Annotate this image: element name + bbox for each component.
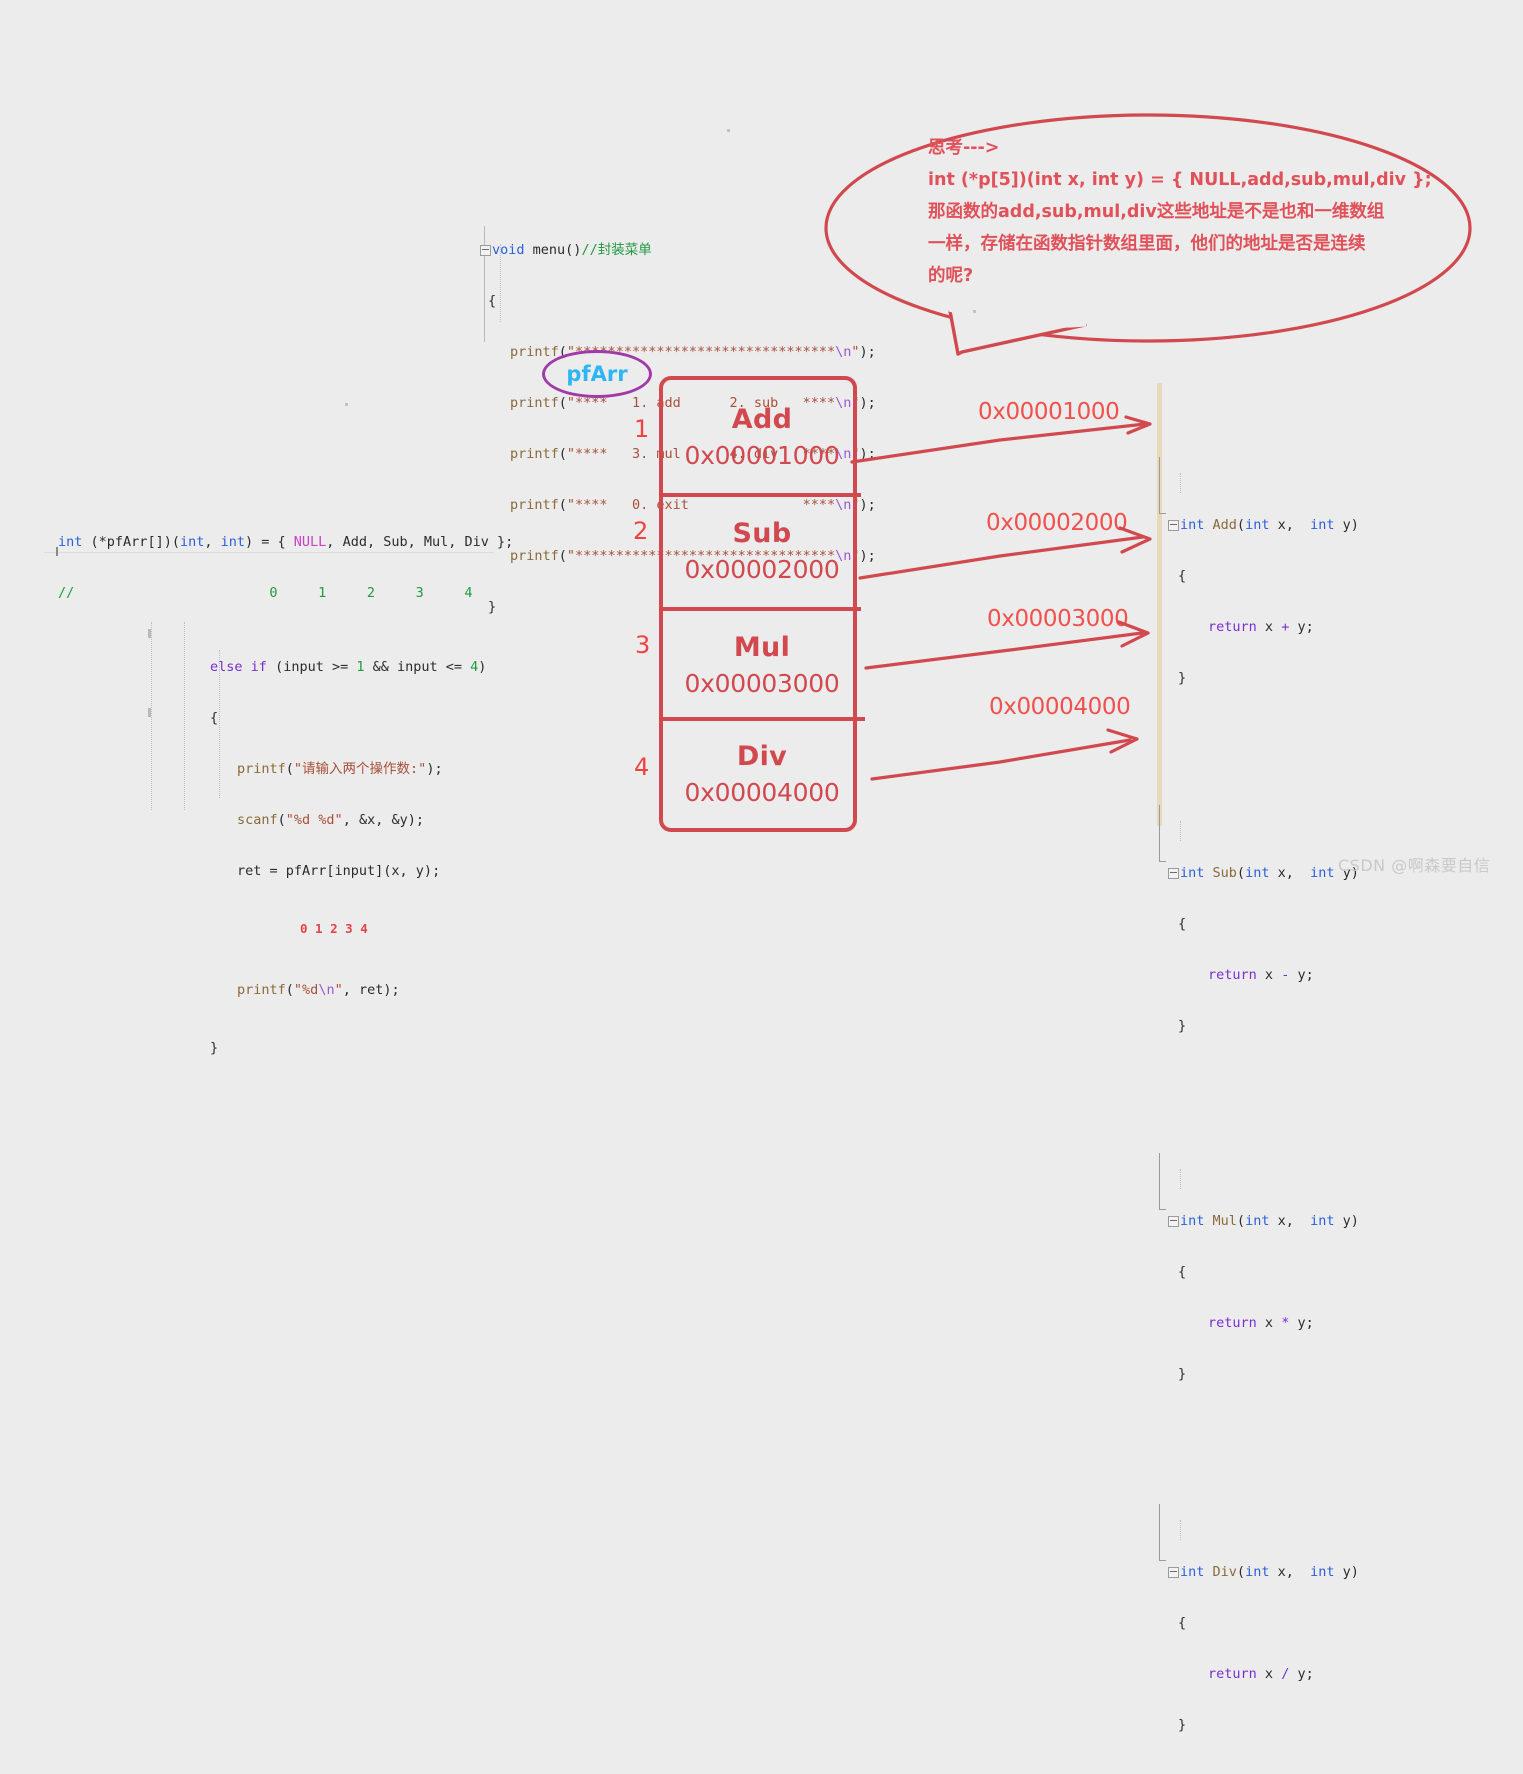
collapse-icon[interactable]: [1168, 1567, 1179, 1578]
fn-close-brace: }: [1168, 1717, 1359, 1734]
bubble-line-1: int (*p[5])(int x, int y) = { NULL,add,s…: [928, 164, 1448, 196]
fn-body: return x - y;: [1168, 967, 1359, 984]
fn-close-brace: }: [1168, 1366, 1359, 1383]
arrow-line-sub: [860, 537, 1143, 578]
fn-body: return x / y;: [1168, 1666, 1359, 1683]
fn-open-brace: {: [1168, 1615, 1359, 1632]
left-code-line-printf-result: printf("%d\n", ret);: [210, 978, 486, 1002]
fn-signature: int Mul(int x, int y): [1168, 1213, 1359, 1230]
bubble-line-0: 思考--->: [928, 132, 1448, 164]
fold-bracket: [1159, 1504, 1166, 1561]
fn-body: return x * y;: [1168, 1315, 1359, 1332]
left-code-line-close: }: [210, 1036, 486, 1060]
fn-signature: int Div(int x, int y): [1168, 1564, 1359, 1581]
function-definition-mul: int Mul(int x, int y) { return x * y; }: [1168, 1145, 1359, 1417]
arrow-line-mul: [866, 633, 1142, 668]
bubble-line-3: 一样，存储在函数指针数组里面，他们的地址是否是连续: [928, 228, 1448, 260]
fn-close-brace: }: [1168, 1018, 1359, 1035]
left-code-line-indexnote: 0 1 2 3 4: [210, 914, 486, 944]
fn-open-brace: {: [1168, 1264, 1359, 1281]
bubble-line-4: 的呢?: [928, 260, 1448, 292]
collapse-icon[interactable]: [1168, 1216, 1179, 1227]
indent-guide: [1180, 1520, 1181, 1540]
arrow-line-div: [872, 740, 1130, 779]
function-definition-div: int Div(int x, int y) { return x / y; }: [1168, 1496, 1359, 1768]
bubble-line-2: 那函数的add,sub,mul,div这些地址是不是也和一维数组: [928, 196, 1448, 228]
speech-bubble-text: 思考---> int (*p[5])(int x, int y) = { NUL…: [928, 132, 1448, 292]
fold-bracket: [1159, 1153, 1166, 1210]
arrow-line-add: [852, 424, 1145, 462]
fn-open-brace: {: [1168, 916, 1359, 933]
watermark: CSDN @啊森要自信: [1338, 852, 1490, 876]
speech-bubble-tail: [950, 311, 1085, 354]
indent-guide: [1180, 1169, 1181, 1189]
